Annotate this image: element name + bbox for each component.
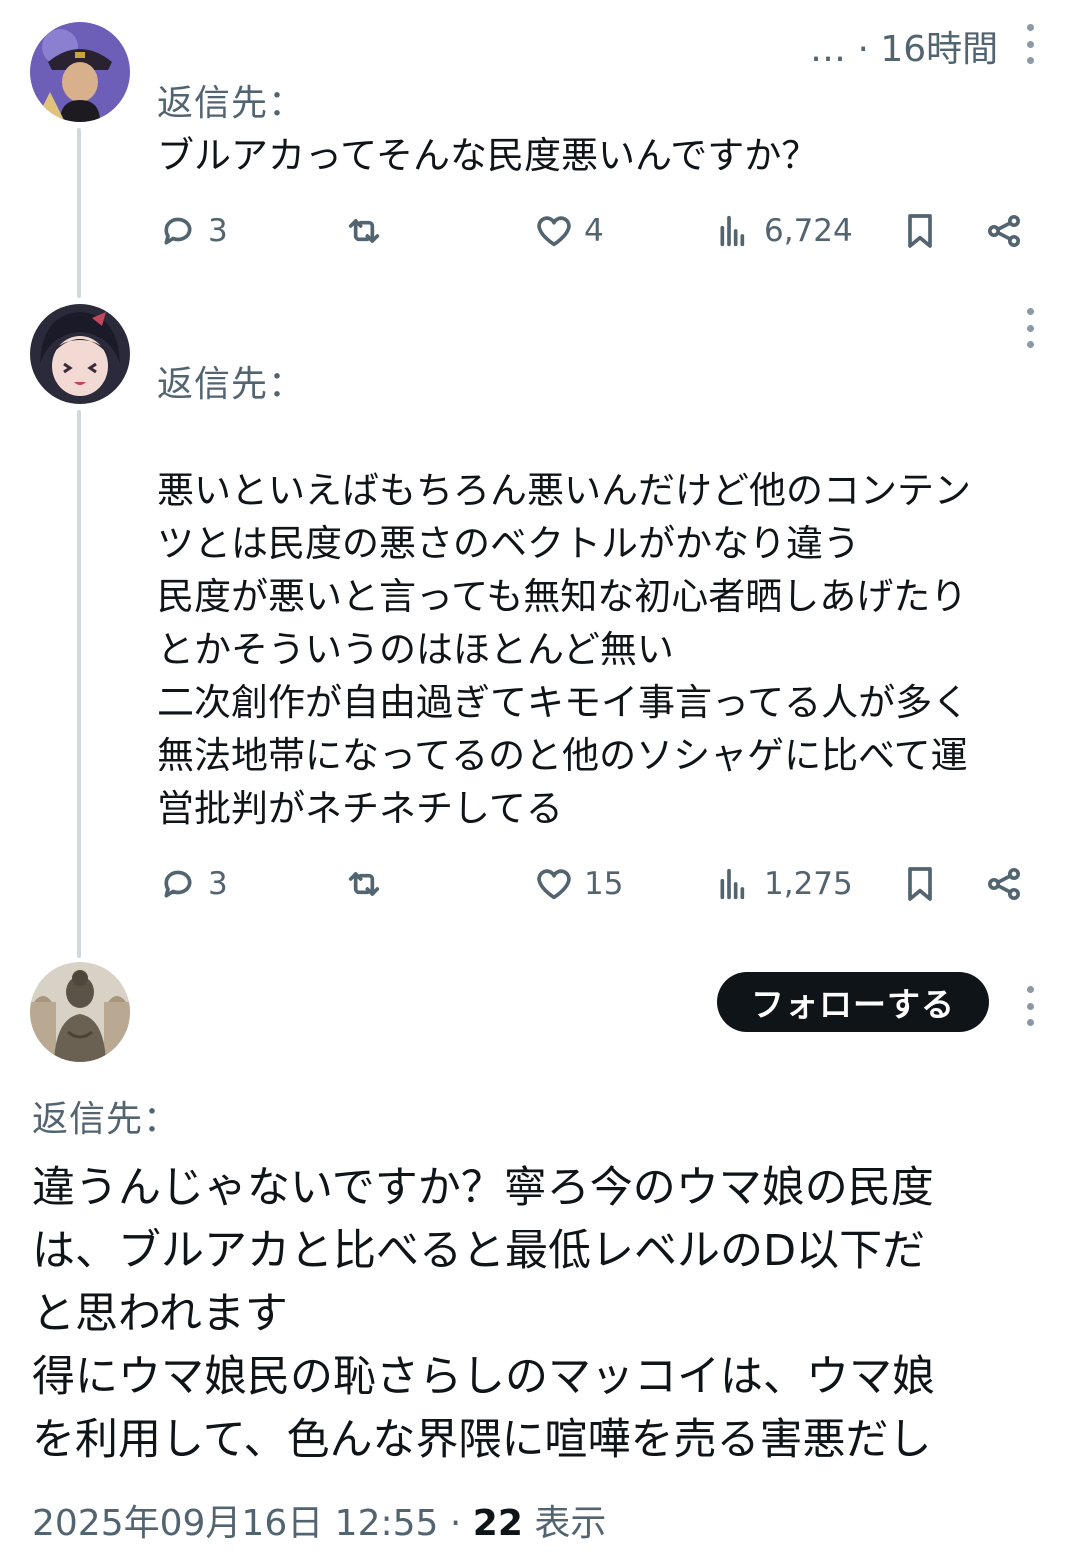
view-count: 6,724 — [764, 213, 853, 249]
reply-to-label: 返信先： — [157, 83, 306, 124]
bookmark-icon — [908, 214, 932, 248]
buddha-statue-avatar-icon — [30, 962, 130, 1062]
tweet-text: 違うんじゃないですか？寧ろ今のウマ娘の民度 は、ブルアカと比べると最低レベルのD… — [32, 1163, 935, 1465]
reply-icon — [164, 217, 192, 245]
reply-count: 3 — [208, 213, 228, 249]
repost-button[interactable] — [344, 207, 384, 255]
post-timestamp[interactable]: … · 16時間 — [810, 20, 998, 72]
views-button[interactable]: 1,275 — [714, 860, 853, 908]
like-count: 4 — [584, 213, 604, 249]
analytics-icon — [720, 868, 745, 900]
tweet-text: 悪いといえばもちろん悪いんだけど他のコンテン ツとは民度の悪さのベクトルがかなり… — [157, 469, 971, 830]
character-avatar-hat-icon — [30, 22, 130, 122]
share-button[interactable] — [984, 860, 1024, 908]
reply-button[interactable]: 3 — [158, 860, 228, 908]
more-options-icon[interactable] — [1024, 986, 1036, 1026]
view-count: 1,275 — [764, 866, 853, 902]
bookmark-button[interactable] — [900, 860, 940, 908]
like-count: 15 — [584, 866, 624, 902]
analytics-icon — [720, 215, 745, 247]
thread-line — [77, 128, 81, 298]
share-icon — [988, 215, 1020, 247]
avatar[interactable] — [30, 962, 130, 1062]
repost-icon — [348, 219, 380, 243]
thread-line — [77, 410, 81, 958]
action-bar: 3 15 1,275 — [158, 860, 1038, 908]
like-button[interactable]: 4 — [534, 207, 604, 255]
view-count: 22 — [472, 1503, 523, 1544]
post-footer: 2025年09月16日 12:55 · 22 表示 — [32, 1494, 606, 1546]
more-options-icon[interactable] — [1024, 24, 1036, 64]
reply-to-label: 返信先： — [32, 1099, 181, 1140]
share-button[interactable] — [984, 207, 1024, 255]
heart-icon — [537, 216, 571, 247]
bookmark-button[interactable] — [900, 207, 940, 255]
more-options-icon[interactable] — [1024, 308, 1036, 348]
like-button[interactable]: 15 — [534, 860, 623, 908]
avatar[interactable] — [30, 304, 130, 404]
reply-count: 3 — [208, 866, 228, 902]
view-label: 表示 — [522, 1503, 607, 1544]
repost-icon — [348, 872, 380, 896]
follow-button[interactable]: フォローする — [717, 972, 989, 1032]
reply-icon — [164, 870, 192, 898]
views-button[interactable]: 6,724 — [714, 207, 853, 255]
anime-girl-avatar-icon — [30, 304, 130, 404]
tweet-text: ブルアカってそんな民度悪いんですか？ — [157, 134, 819, 177]
post-date[interactable]: 2025年09月16日 12:55 · — [32, 1503, 473, 1544]
avatar[interactable] — [30, 22, 130, 122]
reply-button[interactable]: 3 — [158, 207, 228, 255]
bookmark-icon — [908, 867, 932, 901]
action-bar: 3 4 6,724 — [158, 207, 1038, 255]
reply-to-label: 返信先： — [157, 364, 306, 405]
heart-icon — [537, 869, 571, 900]
repost-button[interactable] — [344, 860, 384, 908]
share-icon — [988, 868, 1020, 900]
